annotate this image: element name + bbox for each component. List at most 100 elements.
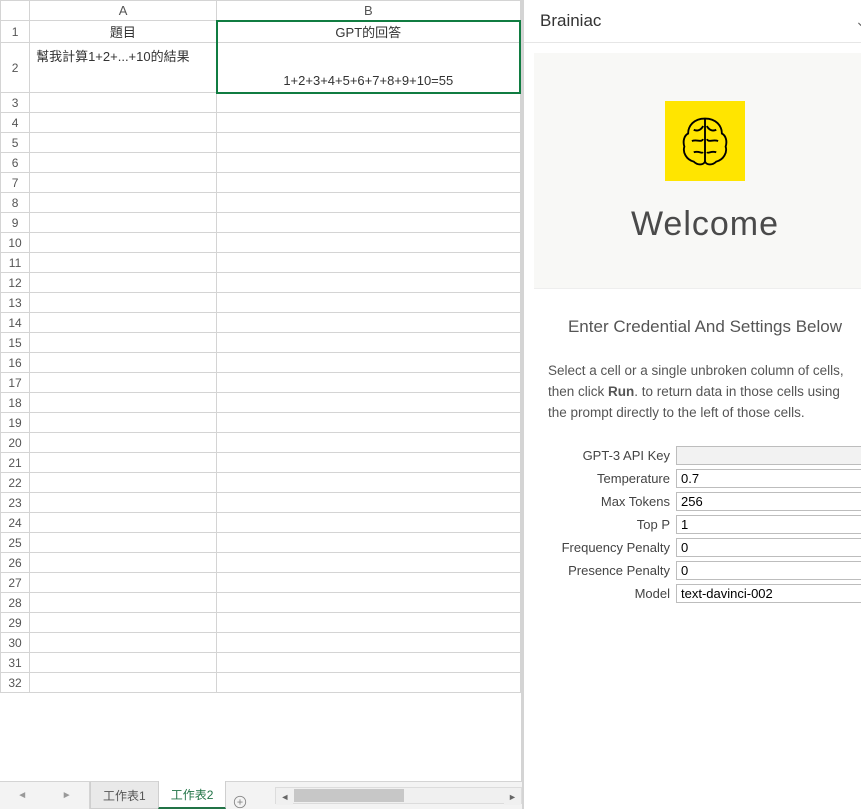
- cell[interactable]: [217, 433, 520, 453]
- row-header[interactable]: 12: [1, 273, 30, 293]
- row-header[interactable]: 29: [1, 613, 30, 633]
- row-header[interactable]: 7: [1, 173, 30, 193]
- cell-B1[interactable]: GPT的回答: [217, 21, 520, 43]
- cell[interactable]: [30, 433, 217, 453]
- tab-nav-prev-icon[interactable]: ◄: [15, 790, 29, 801]
- cell[interactable]: [217, 653, 520, 673]
- cell[interactable]: [217, 613, 520, 633]
- cell[interactable]: [30, 213, 217, 233]
- cell[interactable]: [30, 273, 217, 293]
- cell[interactable]: [217, 253, 520, 273]
- row-header[interactable]: 17: [1, 373, 30, 393]
- cell[interactable]: [30, 153, 217, 173]
- grid-horizontal-scrollbar[interactable]: ◄ ►: [275, 787, 522, 804]
- cell[interactable]: [30, 173, 217, 193]
- row-header[interactable]: 26: [1, 553, 30, 573]
- row-header[interactable]: 1: [1, 21, 30, 43]
- cell[interactable]: [217, 333, 520, 353]
- max-tokens-input[interactable]: [676, 492, 861, 511]
- cell[interactable]: [217, 353, 520, 373]
- row-header[interactable]: 30: [1, 633, 30, 653]
- row-header[interactable]: 15: [1, 333, 30, 353]
- top-p-input[interactable]: [676, 515, 861, 534]
- cell[interactable]: [217, 213, 520, 233]
- cell[interactable]: [217, 173, 520, 193]
- row-header[interactable]: 18: [1, 393, 30, 413]
- cell[interactable]: [217, 533, 520, 553]
- cell[interactable]: [217, 513, 520, 533]
- frequency-penalty-input[interactable]: [676, 538, 861, 557]
- cell[interactable]: [30, 513, 217, 533]
- row-header[interactable]: 32: [1, 673, 30, 693]
- cell[interactable]: [217, 453, 520, 473]
- cell[interactable]: [217, 273, 520, 293]
- cell[interactable]: [217, 393, 520, 413]
- cell[interactable]: [30, 453, 217, 473]
- row-header[interactable]: 25: [1, 533, 30, 553]
- row-header[interactable]: 20: [1, 433, 30, 453]
- row-header[interactable]: 13: [1, 293, 30, 313]
- cell[interactable]: [217, 133, 520, 153]
- cell[interactable]: [30, 353, 217, 373]
- row-header[interactable]: 10: [1, 233, 30, 253]
- row-header[interactable]: 28: [1, 593, 30, 613]
- col-header-A[interactable]: A: [30, 1, 217, 21]
- cell[interactable]: [217, 233, 520, 253]
- cell[interactable]: [217, 413, 520, 433]
- row-header[interactable]: 4: [1, 113, 30, 133]
- tab-nav-buttons[interactable]: ◄ ►: [0, 782, 90, 809]
- cell[interactable]: [217, 493, 520, 513]
- row-header[interactable]: 23: [1, 493, 30, 513]
- select-all-corner[interactable]: [1, 1, 30, 21]
- scroll-left-icon[interactable]: ◄: [276, 788, 293, 805]
- cell[interactable]: [30, 253, 217, 273]
- presence-penalty-input[interactable]: [676, 561, 861, 580]
- cell[interactable]: [217, 113, 520, 133]
- cell[interactable]: [30, 613, 217, 633]
- cell[interactable]: [30, 313, 217, 333]
- cell[interactable]: [30, 113, 217, 133]
- cell[interactable]: [217, 573, 520, 593]
- cell[interactable]: [30, 593, 217, 613]
- cell[interactable]: [217, 473, 520, 493]
- cell[interactable]: [30, 553, 217, 573]
- row-header[interactable]: 24: [1, 513, 30, 533]
- cell[interactable]: [30, 493, 217, 513]
- cell[interactable]: [30, 413, 217, 433]
- cell[interactable]: [217, 93, 520, 113]
- cell[interactable]: [30, 133, 217, 153]
- row-header[interactable]: 21: [1, 453, 30, 473]
- grid[interactable]: A B 1 題目 GPT的回答 2 幫我計算1+2+...+10的結果 1+2+…: [0, 0, 521, 781]
- grid-vertical-scrollbar[interactable]: ▲ ▼: [521, 0, 522, 781]
- row-header[interactable]: 31: [1, 653, 30, 673]
- scroll-thumb[interactable]: [294, 789, 404, 802]
- row-header[interactable]: 16: [1, 353, 30, 373]
- cell-A1[interactable]: 題目: [30, 21, 217, 43]
- cell[interactable]: [30, 573, 217, 593]
- cell[interactable]: [30, 653, 217, 673]
- row-header[interactable]: 8: [1, 193, 30, 213]
- cell[interactable]: [217, 153, 520, 173]
- sheet-tab[interactable]: 工作表1: [90, 782, 159, 809]
- cell[interactable]: [30, 93, 217, 113]
- cell[interactable]: [217, 593, 520, 613]
- row-header[interactable]: 27: [1, 573, 30, 593]
- row-header[interactable]: 14: [1, 313, 30, 333]
- row-header[interactable]: 22: [1, 473, 30, 493]
- model-input[interactable]: [676, 584, 861, 603]
- cell[interactable]: [217, 373, 520, 393]
- row-header[interactable]: 19: [1, 413, 30, 433]
- row-header[interactable]: 9: [1, 213, 30, 233]
- cell[interactable]: [217, 293, 520, 313]
- cell[interactable]: [30, 373, 217, 393]
- cell[interactable]: [217, 553, 520, 573]
- row-header[interactable]: 2: [1, 43, 30, 93]
- cell[interactable]: [217, 313, 520, 333]
- cell[interactable]: [217, 673, 520, 693]
- cell[interactable]: [30, 633, 217, 653]
- tab-nav-next-icon[interactable]: ►: [60, 790, 74, 801]
- cell[interactable]: [30, 293, 217, 313]
- row-header[interactable]: 6: [1, 153, 30, 173]
- cell[interactable]: [30, 393, 217, 413]
- cell[interactable]: [30, 233, 217, 253]
